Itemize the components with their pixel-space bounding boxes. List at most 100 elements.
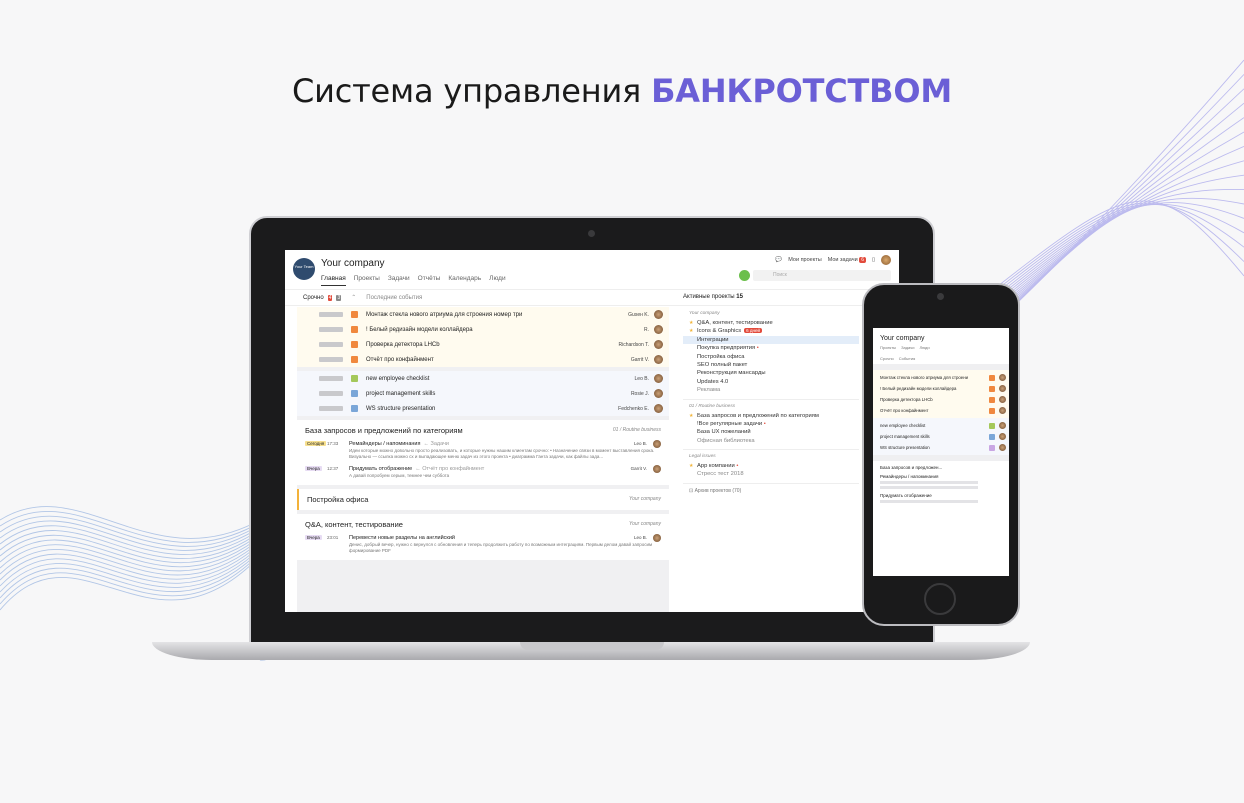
priority-marker — [989, 422, 995, 429]
task-row[interactable]: Монтаж стекла нового атриума для строени… — [297, 307, 669, 322]
card-project-tag: Your company — [629, 496, 661, 502]
phone-task-row[interactable]: project management skills — [873, 431, 1009, 442]
due-date-chip — [319, 312, 343, 317]
phone-task-title: Монтаж стекла нового атриума для строени — [880, 375, 968, 380]
my-tasks-link[interactable]: Мои задачи 6 — [828, 257, 866, 263]
tab-tasks[interactable]: Задачи — [388, 275, 410, 286]
message-author: Garrit V. — [630, 466, 647, 471]
my-projects-link[interactable]: Мои проекты — [788, 257, 821, 263]
project-item[interactable]: Покупка предприятия • — [689, 344, 853, 352]
message-item[interactable]: Сегодня 17:33 Ремайндеры / напоминания ← За… — [305, 440, 661, 460]
day-badge: Вчера — [305, 466, 322, 471]
task-title[interactable]: WS structure presentation — [366, 406, 435, 412]
phone-task-row[interactable]: WS structure presentation — [873, 442, 1009, 453]
laptop-camera — [588, 230, 595, 237]
task-assignee: Fedchenko E. — [618, 405, 649, 412]
urgent-task-list: Монтаж стекла нового атриума для строени… — [297, 307, 669, 367]
tab-reports[interactable]: Отчёты — [418, 275, 441, 286]
my-tasks-label: Мои задачи — [827, 257, 858, 263]
message-crumb[interactable]: ← Задачи — [423, 441, 449, 447]
phone-tab-people[interactable]: Люди — [920, 345, 930, 350]
add-icon[interactable] — [739, 270, 750, 281]
project-item[interactable]: Интеграции — [683, 335, 859, 345]
card-project-tag: 01 / Routine business — [612, 427, 661, 433]
search-input[interactable]: Поиск — [739, 270, 891, 281]
bookmark-icon[interactable]: ▯ — [872, 257, 875, 263]
card-title[interactable]: База запросов и предложений по категория… — [305, 426, 661, 435]
project-item[interactable]: Офисная библиотека — [689, 437, 853, 445]
my-tasks-badge: 6 — [859, 257, 866, 263]
task-row[interactable]: Проверка детектора LHCb Richardson T. — [297, 337, 669, 352]
assignee-avatar — [999, 422, 1006, 429]
task-row[interactable]: new employee checklist Leo B. — [297, 371, 669, 386]
phone-task-title: project management skills — [880, 434, 930, 439]
user-avatar[interactable] — [881, 255, 891, 265]
task-row[interactable]: ! Белый редизайн модели коллайдера R. — [297, 322, 669, 337]
phone-company-name[interactable]: Your company — [873, 328, 1009, 342]
phone-task-row[interactable]: new employee checklist — [873, 420, 1009, 431]
urgent-tab[interactable]: Срочно — [303, 295, 324, 301]
project-item[interactable]: Icons & Graphics6 дней — [689, 327, 853, 336]
task-row[interactable]: project management skills Rosie J. — [297, 386, 669, 401]
project-item[interactable]: !Все регулярные задачи • — [689, 420, 853, 428]
message-item[interactable]: Вчера 23:01 Перевести новые разделы на анг… — [305, 534, 661, 554]
phone-events-tab[interactable]: События — [899, 356, 916, 361]
project-item[interactable]: Updates 4.0 — [689, 378, 853, 386]
chat-icon[interactable]: 💬 — [775, 257, 782, 263]
message-title[interactable]: Придумать отображение — [349, 466, 412, 472]
task-title[interactable]: Проверка детектора LHCb — [366, 342, 440, 348]
project-item[interactable]: Q&A, контент, тестирование — [689, 319, 853, 328]
alert-dot-icon: • — [734, 463, 739, 470]
phone-urgent-tab[interactable]: Срочно — [880, 356, 894, 361]
phone-task-row[interactable]: ! Белый редизайн модели коллайдера — [873, 383, 1009, 394]
message-title[interactable]: Ремайндеры / напоминания — [349, 441, 420, 447]
project-item[interactable]: Реклама — [689, 386, 853, 394]
phone-task-row[interactable]: Монтаж стекла нового атриума для строени — [873, 372, 1009, 383]
tab-home[interactable]: Главная — [321, 275, 346, 286]
task-title[interactable]: Отчёт про конфайнмент — [366, 357, 434, 363]
project-item[interactable]: Постройка офиса — [689, 353, 853, 361]
recent-events-tab[interactable]: Последние события — [366, 295, 422, 301]
task-row[interactable]: Отчёт про конфайнмент Garrit V. — [297, 352, 669, 367]
phone-task-title: new employee checklist — [880, 423, 926, 428]
phone-home-button — [924, 583, 956, 615]
phone-task-row[interactable]: Отчёт про конфайнмент — [873, 405, 1009, 416]
headline-accent: БАНКРОТСТВОМ — [651, 72, 953, 110]
company-name[interactable]: Your company — [321, 258, 385, 269]
task-row[interactable]: WS structure presentation Fedchenko E. — [297, 401, 669, 416]
task-title[interactable]: project management skills — [366, 391, 435, 397]
card-title[interactable]: Постройка офиса — [307, 495, 661, 504]
message-crumb[interactable]: ← Отчёт про конфайнмент — [415, 466, 484, 472]
project-item[interactable]: База запросов и предложений по категория… — [689, 412, 853, 421]
tab-calendar[interactable]: Календарь — [448, 275, 481, 286]
collapse-icon[interactable]: ⌃ — [351, 294, 356, 301]
project-label: Реконструкция мансарды — [697, 370, 766, 377]
task-assignee: Richardson T. — [618, 341, 649, 348]
project-item[interactable]: Стресс тест 2018 — [689, 470, 853, 478]
task-title[interactable]: new employee checklist — [366, 376, 429, 382]
assignee-avatar — [654, 340, 663, 349]
project-item[interactable]: База UX пожеланий — [689, 428, 853, 436]
message-item[interactable]: Вчера 12:37 Придумать отображение ← Отчёт п… — [305, 465, 661, 479]
company-logo[interactable]: Your Team — [293, 258, 315, 280]
card-title[interactable]: Q&A, контент, тестирование — [305, 520, 661, 529]
due-date-chip — [319, 342, 343, 347]
mobile-app-screen: Your company Проекты Задачи Люди Срочно … — [873, 328, 1009, 576]
message-title[interactable]: Перевести новые разделы на английский — [349, 535, 455, 541]
project-item[interactable]: App компании • — [689, 462, 853, 471]
phone-tab-tasks[interactable]: Задачи — [901, 345, 914, 350]
project-item[interactable]: SEO полный пакет — [689, 361, 853, 369]
projects-group-head: Legal issues — [689, 454, 716, 460]
task-title[interactable]: ! Белый редизайн модели коллайдера — [366, 327, 473, 333]
phone-task-row[interactable]: Проверка детектора LHCb — [873, 394, 1009, 405]
tab-people[interactable]: Люди — [489, 275, 505, 286]
project-label: База UX пожеланий — [697, 429, 751, 436]
task-title[interactable]: Монтаж стекла нового атриума для строени… — [366, 312, 522, 318]
project-item[interactable]: Реконструкция мансарды — [689, 369, 853, 377]
phone-tab-projects[interactable]: Проекты — [880, 345, 896, 350]
projects-archive-link[interactable]: ⊡ Архив проектов (70) — [683, 484, 859, 498]
phone-message-title[interactable]: Ремайндеры / напоминания — [880, 474, 1002, 479]
phone-message-title[interactable]: Придумать отображение — [880, 493, 1002, 498]
urgent-count-gray: 3 — [336, 294, 342, 301]
tab-projects[interactable]: Проекты — [354, 275, 380, 286]
